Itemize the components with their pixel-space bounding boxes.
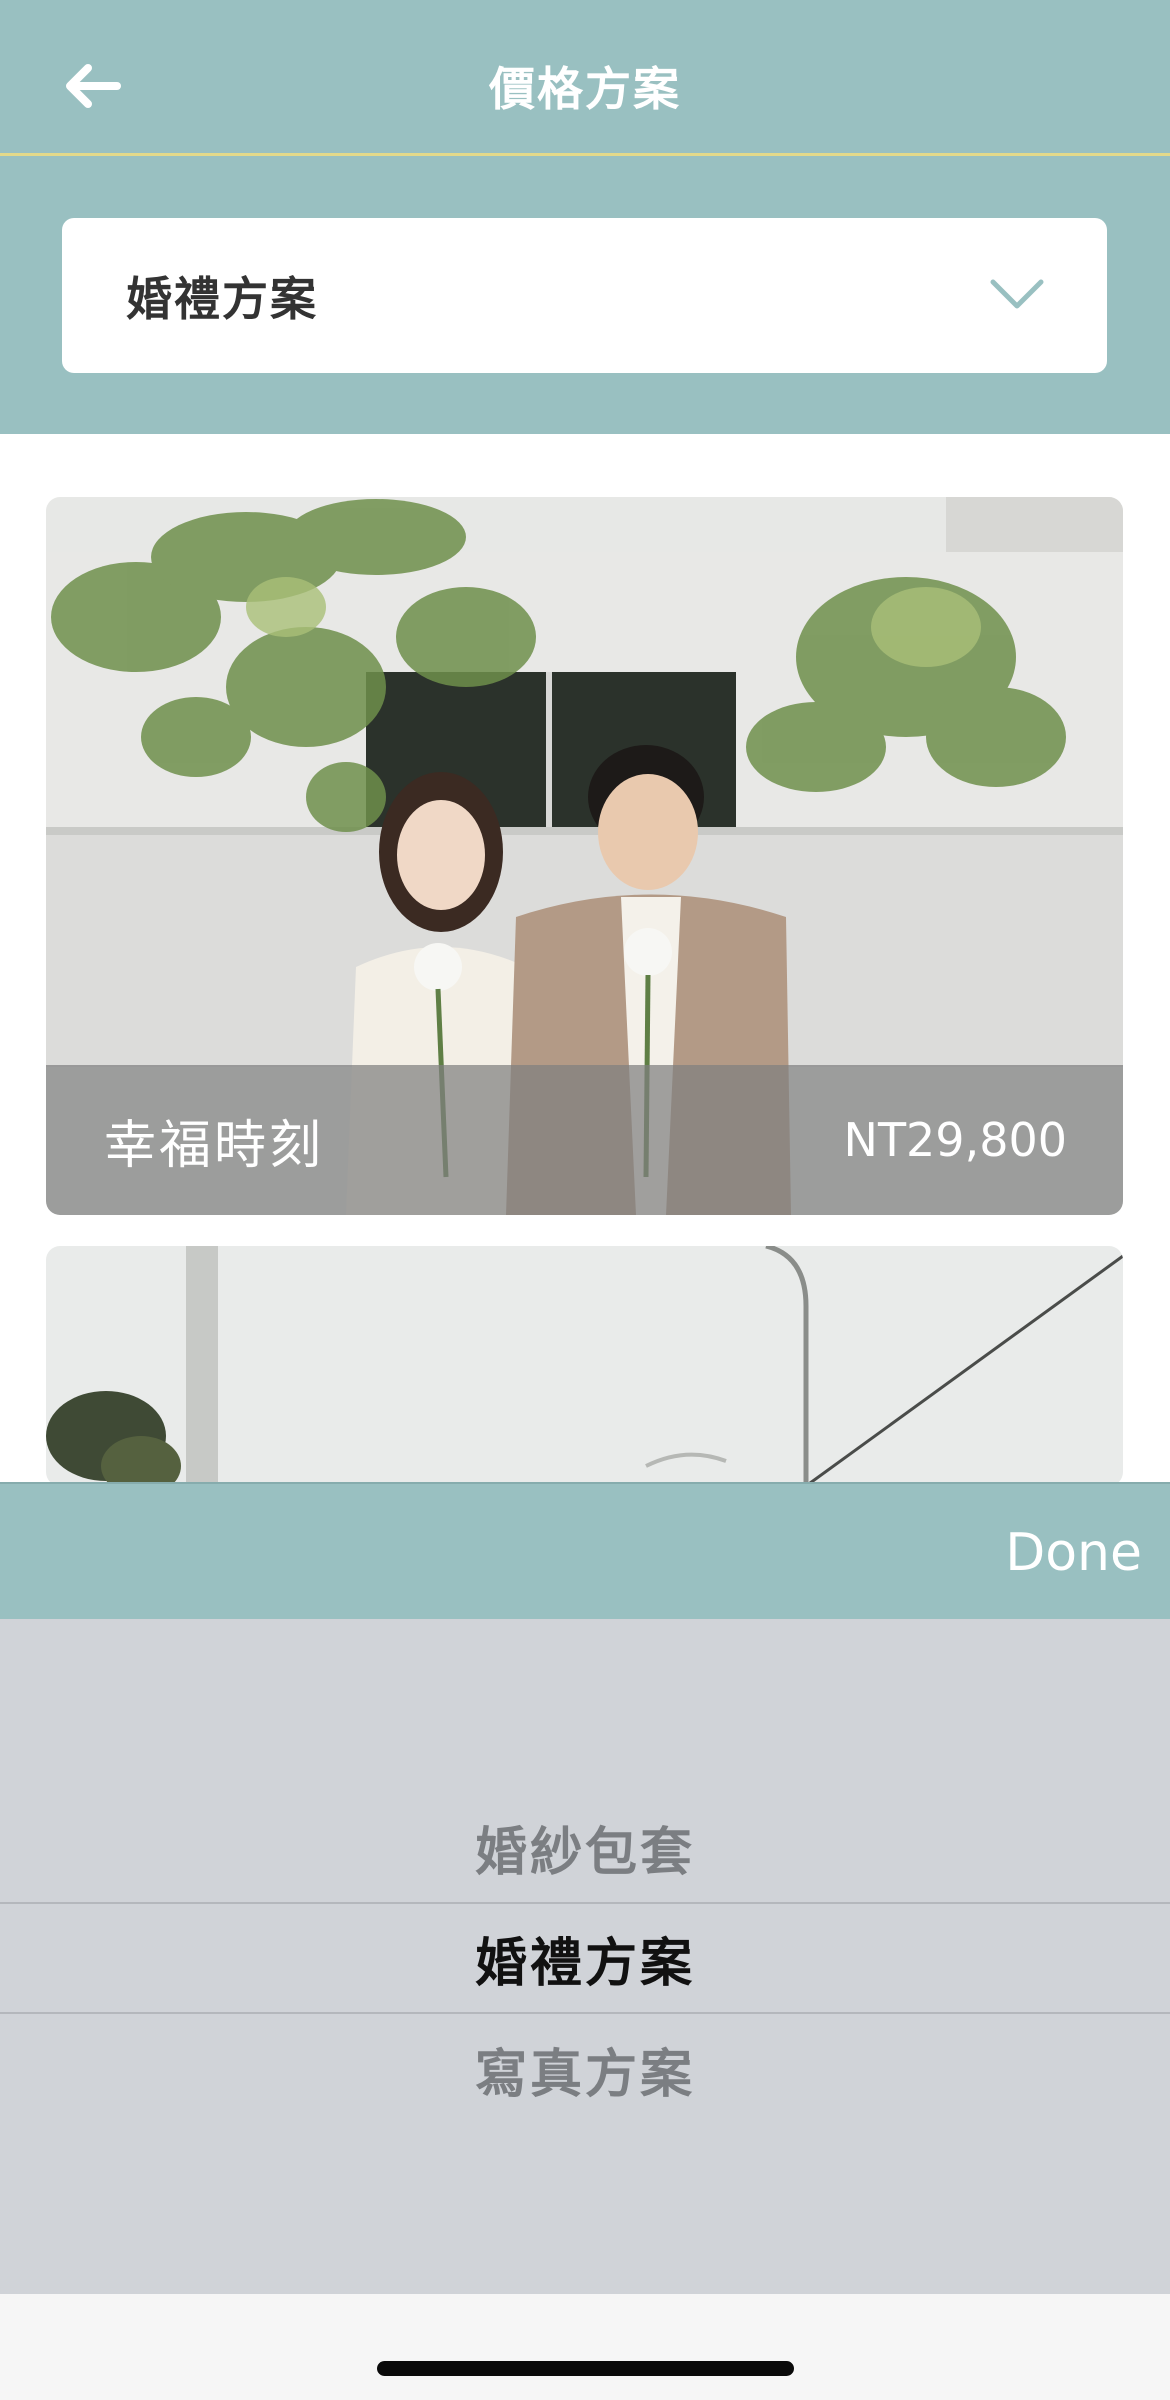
plan-name: 幸福時刻: [104, 1115, 325, 1176]
plan-price: NT29,800: [843, 1113, 1067, 1167]
done-button[interactable]: Done: [1005, 1484, 1142, 1621]
arrow-left-icon: [66, 64, 121, 108]
plan-card[interactable]: [46, 1246, 1123, 1486]
picker-option[interactable]: 寫真方案: [0, 2014, 1170, 2124]
nav-divider: [0, 153, 1170, 156]
category-picker[interactable]: 婚紗包套 婚禮方案 寫真方案: [0, 1619, 1170, 2294]
picker-option[interactable]: 婚紗包套: [0, 1792, 1170, 1902]
street-photo: [46, 1246, 1123, 1486]
home-indicator-area: [0, 2294, 1170, 2400]
picker-toolbar: Done: [0, 1482, 1170, 1621]
back-button[interactable]: [52, 50, 132, 122]
category-select[interactable]: 婚禮方案: [62, 218, 1107, 373]
chevron-down-icon: [990, 279, 1044, 309]
plan-card-caption: 幸福時刻 NT29,800: [46, 1065, 1123, 1215]
plan-card[interactable]: 幸福時刻 NT29,800: [46, 497, 1123, 1215]
category-select-value: 婚禮方案: [126, 271, 318, 326]
picker-option-selected[interactable]: 婚禮方案: [0, 1903, 1170, 2013]
home-indicator[interactable]: [377, 2361, 794, 2376]
